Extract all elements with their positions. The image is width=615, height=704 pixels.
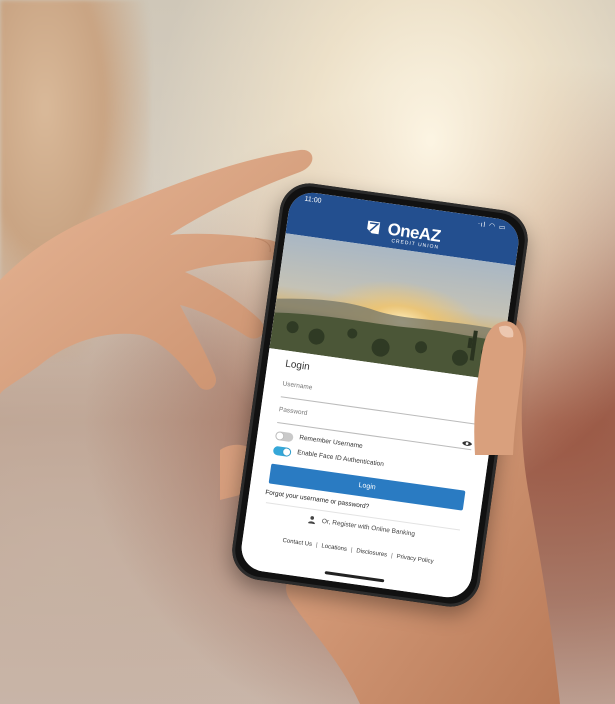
login-title: Login [284, 358, 311, 373]
disclosures-link[interactable]: Disclosures [356, 548, 388, 558]
az-state-logo-icon [367, 220, 381, 235]
person-icon [307, 516, 315, 525]
faceid-toggle[interactable] [272, 445, 292, 458]
footer-separator: | [350, 547, 353, 554]
toggle-knob [282, 448, 291, 457]
toggle-knob [275, 432, 284, 440]
footer-separator: | [390, 553, 393, 560]
privacy-policy-link[interactable]: Privacy Policy [396, 554, 434, 565]
footer-separator: | [315, 542, 318, 549]
username-label: Username [282, 380, 313, 392]
photo-scene: 11:00 ᐧıl ◠ ▭ OneAZ CREDIT UNION Login U… [0, 0, 615, 704]
password-label: Password [278, 406, 308, 418]
status-time: 11:00 [304, 195, 322, 205]
locations-link[interactable]: Locations [321, 543, 347, 553]
right-thumb [474, 321, 524, 455]
signal-wifi-battery-icon: ᐧıl ◠ ▭ [477, 220, 507, 232]
remember-username-label: Remember Username [298, 434, 364, 451]
contact-us-link[interactable]: Contact Us [282, 538, 312, 548]
remember-username-toggle[interactable] [274, 430, 294, 443]
